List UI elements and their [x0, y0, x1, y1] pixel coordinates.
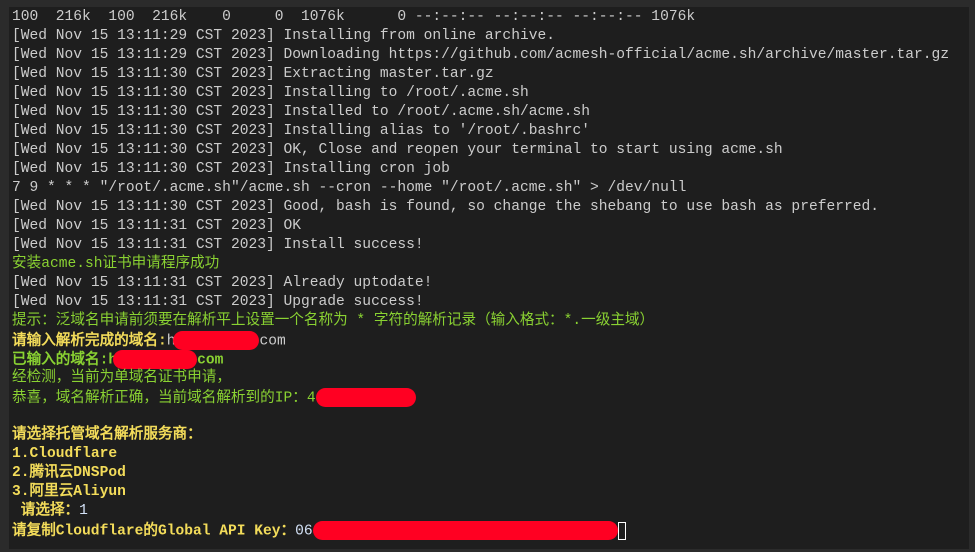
choose-line: 请选择：1 — [12, 502, 949, 521]
log-line: [Wed Nov 15 13:11:30 CST 2023] Installin… — [12, 123, 591, 139]
log-line: [Wed Nov 15 13:11:30 CST 2023] Installed… — [12, 104, 591, 120]
provider-option: 1.Cloudflare — [12, 446, 118, 462]
terminal-window[interactable]: 100 216k 100 216k 0 0 1076k 0 --:--:-- -… — [9, 7, 969, 549]
log-line: [Wed Nov 15 13:11:29 CST 2023] Installin… — [12, 28, 555, 44]
domain-prompt: 请输入解析完成的域名: — [12, 333, 167, 350]
redaction-mark — [315, 388, 416, 407]
choose-value: 1 — [79, 503, 88, 519]
resolve-result-line: 恭喜，域名解析正确，当前域名解析到的IP：4 — [12, 388, 949, 407]
entered-domain-line: 已输入的域名:hcom — [12, 350, 949, 369]
redaction-mark — [113, 350, 198, 369]
domain-input-end: com — [259, 333, 286, 350]
terminal-output: 100 216k 100 216k 0 0 1076k 0 --:--:-- -… — [12, 8, 949, 540]
log-line: 100 216k 100 216k 0 0 1076k 0 --:--:-- -… — [12, 9, 696, 25]
redaction-mark — [173, 331, 260, 350]
log-line: [Wed Nov 15 13:11:30 CST 2023] Extractin… — [12, 66, 494, 82]
provider-option: 3.阿里云Aliyun — [12, 484, 126, 500]
choose-prompt: 请选择： — [12, 503, 80, 519]
log-line: [Wed Nov 15 13:11:29 CST 2023] Downloadi… — [12, 47, 950, 63]
log-line: 7 9 * * * "/root/.acme.sh"/acme.sh --cro… — [12, 180, 687, 196]
resolve-result: 恭喜，域名解析正确，当前域名解析到的IP： — [12, 390, 307, 407]
log-line: [Wed Nov 15 13:11:30 CST 2023] Installin… — [12, 161, 450, 177]
entered-domain-end: com — [197, 352, 224, 369]
log-line: [Wed Nov 15 13:11:31 CST 2023] OK — [12, 218, 302, 234]
wildcard-hint: 提示：泛域名申请前须要在解析平上设置一个名称为 * 字符的解析记录（输入格式：*… — [12, 313, 655, 329]
ip-start: 4 — [306, 390, 316, 407]
check-result: 经检测，当前为单域名证书申请， — [12, 370, 231, 386]
redaction-mark — [312, 521, 618, 540]
entered-domain-label: 已输入的域名: — [12, 352, 109, 369]
text-cursor — [617, 521, 626, 540]
api-key-line[interactable]: 请复制Cloudflare的Global API Key：06 — [12, 521, 949, 540]
provider-question: 请选择托管域名解析服务商： — [12, 427, 202, 443]
log-line: [Wed Nov 15 13:11:30 CST 2023] Good, bas… — [12, 199, 880, 215]
log-line: [Wed Nov 15 13:11:30 CST 2023] OK, Close… — [12, 142, 783, 158]
log-line: [Wed Nov 15 13:11:31 CST 2023] Install s… — [12, 237, 424, 253]
domain-prompt-line: 请输入解析完成的域名:h com — [12, 331, 949, 350]
api-key-prompt: 请复制Cloudflare的Global API Key： — [12, 523, 296, 540]
log-line: [Wed Nov 15 13:11:31 CST 2023] Upgrade s… — [12, 294, 424, 310]
install-success-message: 安装acme.sh证书申请程序成功 — [12, 256, 220, 272]
api-key-start: 06 — [295, 523, 313, 540]
provider-option: 2.腾讯云DNSPod — [12, 465, 126, 481]
log-line: [Wed Nov 15 13:11:30 CST 2023] Installin… — [12, 85, 529, 101]
log-line: [Wed Nov 15 13:11:31 CST 2023] Already u… — [12, 275, 433, 291]
